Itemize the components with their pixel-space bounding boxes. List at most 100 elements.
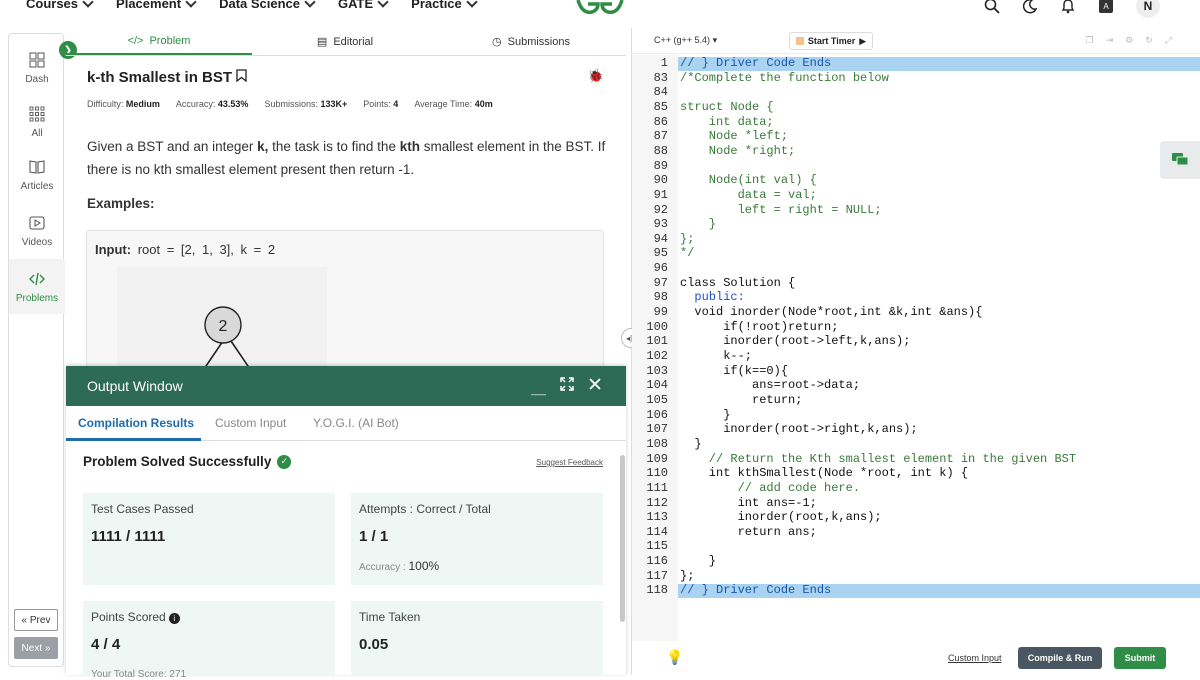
reset-icon[interactable]: ↻	[1145, 35, 1153, 46]
code-line[interactable]: inorder(root->right,k,ans);	[680, 422, 917, 436]
nav-practice[interactable]: Practice	[411, 0, 478, 11]
report-bug-icon[interactable]: 🐞	[588, 68, 604, 84]
import-icon[interactable]: ⇥	[1106, 35, 1114, 46]
code-line[interactable]: /*Complete the function below	[680, 71, 889, 85]
rail-label: Dash	[25, 74, 49, 85]
tab-problem[interactable]: </> Problem	[66, 28, 252, 55]
code-line[interactable]: inorder(root,k,ans);	[680, 510, 882, 524]
expand-icon[interactable]	[560, 377, 574, 391]
code-line[interactable]: int data;	[680, 115, 774, 129]
custom-input-link[interactable]: Custom Input	[948, 653, 1002, 663]
line-number: 112	[646, 495, 668, 510]
output-window: Output Window ＿ Compilation Results Cust…	[66, 366, 626, 680]
code-line[interactable]: // add code here.	[680, 481, 860, 495]
code-line[interactable]: Node *left;	[680, 129, 788, 143]
suggest-feedback-link[interactable]: Suggest Feedback	[536, 458, 603, 467]
code-line[interactable]: int ans=-1;	[680, 496, 817, 510]
copy-icon[interactable]: ❐	[1086, 35, 1094, 46]
code-line[interactable]: }	[680, 554, 716, 568]
code-line[interactable]: ans=root->data;	[680, 378, 860, 392]
nav-gate[interactable]: GATE	[338, 0, 389, 11]
code-line[interactable]: return;	[680, 393, 802, 407]
settings-icon[interactable]: ⚙	[1125, 35, 1133, 46]
chevron-down-icon	[82, 0, 94, 8]
meta-label: Submissions:	[264, 99, 318, 109]
rail-item-dash[interactable]: Dash	[9, 52, 65, 85]
top-nav-menu: Courses Placement Data Science GATE Prac…	[26, 0, 478, 11]
chevron-down-icon	[466, 0, 478, 8]
code-line[interactable]: };	[680, 232, 694, 246]
timer-icon	[795, 37, 804, 45]
code-line[interactable]: }	[680, 408, 730, 422]
code-line[interactable]: data = val;	[680, 188, 817, 202]
prev-button[interactable]: « Prev	[14, 609, 58, 631]
next-button[interactable]: Next »	[14, 637, 58, 659]
line-number: 96	[653, 261, 668, 276]
meta-label: Difficulty:	[87, 99, 124, 109]
line-number: 98	[653, 290, 668, 305]
code-line[interactable]: // } Driver Code Ends	[680, 583, 831, 597]
code-line[interactable]: Node(int val) {	[680, 173, 817, 187]
meta-value: 133K+	[320, 99, 348, 109]
code-line[interactable]: k--;	[680, 349, 752, 363]
search-icon[interactable]	[984, 0, 1000, 14]
tab-editorial[interactable]: ▤ Editorial	[252, 28, 438, 55]
code-line[interactable]: left = right = NULL;	[680, 203, 882, 217]
line-number: 84	[653, 85, 668, 100]
tab-submissions[interactable]: ◷ Submissions	[438, 28, 624, 55]
code-line[interactable]: if(!root)return;	[680, 320, 838, 334]
close-icon[interactable]	[588, 377, 602, 391]
code-line[interactable]: // Return the Kth smallest element in th…	[680, 452, 1076, 466]
nav-placement[interactable]: Placement	[116, 0, 197, 11]
fullscreen-icon[interactable]: ⤢	[1165, 35, 1172, 46]
avatar[interactable]: N	[1136, 0, 1160, 18]
meta-label: Average Time:	[414, 99, 473, 109]
code-line[interactable]: // } Driver Code Ends	[680, 56, 831, 70]
tab-compilation-results[interactable]: Compilation Results	[78, 416, 194, 430]
code-line[interactable]: public:	[680, 290, 744, 304]
bell-icon[interactable]	[1060, 0, 1076, 14]
language-select[interactable]: C++ (g++ 5.4) ▾	[654, 35, 717, 46]
translate-icon[interactable]: A	[1098, 0, 1114, 14]
code-line[interactable]: int kthSmallest(Node *root, int k) {	[680, 466, 968, 480]
accuracy-row: Accuracy : 100%	[359, 559, 439, 573]
rail-item-all[interactable]: All	[9, 106, 65, 139]
rail-item-problems[interactable]: Problems	[9, 259, 65, 314]
bookmark-icon[interactable]	[236, 69, 247, 83]
submit-button[interactable]: Submit	[1114, 647, 1166, 669]
rail-label: Problems	[15, 293, 59, 304]
code-line[interactable]: return ans;	[680, 525, 817, 539]
lightbulb-icon[interactable]: 💡	[666, 649, 683, 666]
tab-custom-input[interactable]: Custom Input	[215, 416, 286, 430]
chat-button[interactable]	[1160, 141, 1200, 179]
problem-tabs: </> Problem ▤ Editorial ◷ Submissions	[66, 28, 626, 56]
gfg-logo[interactable]	[576, 0, 624, 18]
dark-mode-icon[interactable]	[1022, 0, 1038, 14]
code-line[interactable]: if(k==0){	[680, 364, 788, 378]
compile-run-button[interactable]: Compile & Run	[1018, 647, 1102, 669]
info-icon[interactable]: i	[168, 613, 180, 624]
code-line[interactable]: };	[680, 569, 694, 583]
tab-yogi-bot[interactable]: Y.O.G.I. (AI Bot)	[313, 416, 399, 430]
nav-label: Data Science	[219, 0, 301, 11]
card-label: Points Scored i	[91, 610, 180, 624]
code-line[interactable]: Node *right;	[680, 144, 795, 158]
line-number: 85	[653, 99, 668, 114]
start-timer-button[interactable]: Start Timer ▶	[789, 32, 873, 50]
video-icon	[29, 216, 45, 230]
document-icon: ▤	[316, 36, 328, 48]
line-number: 107	[646, 422, 668, 437]
code-line[interactable]: class Solution {	[680, 276, 795, 290]
minimize-icon[interactable]: ＿	[531, 377, 546, 398]
code-line[interactable]: }	[680, 437, 701, 451]
code-line[interactable]: */	[680, 246, 694, 260]
code-line[interactable]: inorder(root->left,k,ans);	[680, 334, 910, 348]
rail-item-videos[interactable]: Videos	[9, 215, 65, 248]
code-line[interactable]: struct Node {	[680, 100, 774, 114]
nav-courses[interactable]: Courses	[26, 0, 94, 11]
dashboard-icon	[29, 52, 45, 68]
code-line[interactable]: }	[680, 217, 716, 231]
rail-item-articles[interactable]: Articles	[9, 159, 65, 192]
code-line[interactable]: void inorder(Node*root,int &k,int &ans){	[680, 305, 982, 319]
nav-data-science[interactable]: Data Science	[219, 0, 316, 11]
